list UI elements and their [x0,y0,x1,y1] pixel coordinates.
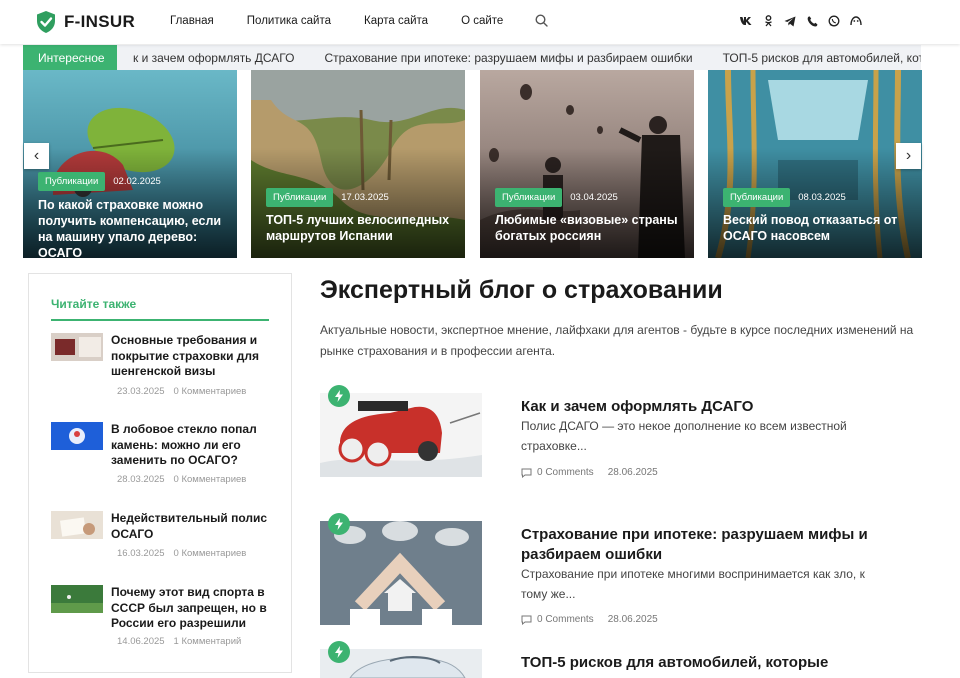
list-meta: 14.06.2025 1 Комментарий [117,636,242,647]
site-header: F-INSUR Главная Политика сайта Карта сай… [0,0,960,44]
list-thumbnail[interactable] [51,585,103,613]
telegram-icon[interactable] [784,15,796,27]
post-excerpt: Страхование при ипотеке многими восприни… [521,567,865,601]
post-meta: 0 Comments 28.06.2025 [521,467,658,478]
category-badge[interactable]: Публикации [723,188,791,207]
sidebar-read-also: Читайте также Основные требования и покр… [28,273,292,673]
ok-icon[interactable] [762,15,774,27]
post-title[interactable]: ТОП-5 рисков для автомобилей, которые [521,653,891,673]
post-excerpt: Полис ДСАГО — это некое дополнение ко вс… [521,419,847,453]
list-thumbnail[interactable] [51,422,103,450]
post-image[interactable] [320,393,482,485]
list-title[interactable]: Основные требования и покрытие страховки… [111,333,269,380]
main-nav: Главная Политика сайта Карта сайта О сай… [170,15,536,27]
slider-next-button[interactable]: › [896,143,921,169]
news-ticker: Интересное к и зачем оформлять ДСАГО Стр… [23,45,921,70]
ticker-item[interactable]: Страхование при ипотеке: разрушаем мифы … [324,51,692,65]
list-meta: 23.03.2025 0 Комментариев [117,386,247,397]
nav-home[interactable]: Главная [170,15,214,27]
nav-sitemap[interactable]: Карта сайта [364,15,428,27]
slide-date: 08.03.2025 [798,192,846,203]
bolt-icon [328,641,350,663]
post-date: 28.06.2025 [607,614,658,625]
shield-check-icon [37,11,55,33]
search-button[interactable] [535,14,548,32]
list-thumbnail[interactable] [51,333,103,361]
viber-icon[interactable] [806,15,818,27]
comment-icon [521,468,532,478]
comment-icon [521,615,532,625]
list-meta: 28.03.2025 0 Комментариев [117,474,247,485]
nav-about[interactable]: О сайте [461,15,503,27]
post-title[interactable]: Страхование при ипотеке: разрушаем мифы … [521,525,891,565]
slide-title[interactable]: Веский повод отказаться от ОСАГО насовсе… [723,212,912,244]
featured-slider: Публикации 02.02.2025 По какой страховке … [23,70,922,258]
list-title[interactable]: В лобовое стекло попал камень: можно ли … [111,422,269,469]
chevron-left-icon: ‹ [33,147,40,164]
ticker-items: к и зачем оформлять ДСАГО Страхование пр… [133,45,921,70]
page-description: Актуальные новости, экспертное мнение, л… [320,323,914,358]
whatsapp-icon[interactable] [828,15,840,27]
slide-date: 02.02.2025 [113,176,161,187]
site-logo[interactable]: F-INSUR [35,10,135,34]
post-comments[interactable]: 0 Comments [537,467,594,478]
list-title[interactable]: Почему этот вид спорта в СССР был запрещ… [111,585,269,632]
bolt-icon [328,385,350,407]
post-title[interactable]: Как и зачем оформлять ДСАГО [521,397,891,417]
category-badge[interactable]: Публикации [38,172,106,191]
sidebar-divider [51,319,269,321]
post-date: 28.06.2025 [607,467,658,478]
slide-date: 03.04.2025 [570,192,618,203]
ticker-item[interactable]: ТОП-5 рисков для автомобилей, кото [723,51,921,65]
category-badge[interactable]: Публикации [495,188,563,207]
post-meta: 0 Comments 28.06.2025 [521,614,658,625]
slide-title[interactable]: По какой страховке можно получить компен… [38,197,227,258]
slide-title[interactable]: ТОП-5 лучших велосипедных маршрутов Испа… [266,212,455,244]
slider-prev-button[interactable]: ‹ [24,143,49,169]
post-image[interactable] [320,521,482,625]
ticker-label: Интересное [23,45,117,70]
slide-card[interactable]: Публикации 02.02.2025 По какой страховке … [23,70,237,258]
nav-policy[interactable]: Политика сайта [247,15,331,27]
list-meta: 16.03.2025 0 Комментариев [117,548,247,559]
max-icon[interactable] [850,15,862,27]
slide-date: 17.03.2025 [341,192,389,203]
category-badge[interactable]: Публикации [266,188,334,207]
social-links [740,15,872,27]
slide-card[interactable]: Публикации 17.03.2025 ТОП-5 лучших велоси… [251,70,465,258]
search-icon [535,14,548,27]
bolt-icon [328,513,350,535]
post-comments[interactable]: 0 Comments [537,614,594,625]
slide-title[interactable]: Любимые «визовые» страны богатых россиян [495,212,684,244]
chevron-right-icon: › [905,147,912,164]
vk-icon[interactable] [740,15,752,27]
slide-card[interactable]: Публикации 08.03.2025 Веский повод отказа… [708,70,922,258]
ticker-item[interactable]: к и зачем оформлять ДСАГО [133,51,294,65]
slide-card[interactable]: Публикации 03.04.2025 Любимые «визовые» с… [480,70,694,258]
list-title[interactable]: Недействительный полис ОСАГО [111,511,269,542]
logo-text: F-INSUR [64,12,136,31]
list-thumbnail[interactable] [51,511,103,539]
sidebar-heading: Читайте также [51,297,137,311]
page-title: Экспертный блог о страховании [320,276,723,304]
